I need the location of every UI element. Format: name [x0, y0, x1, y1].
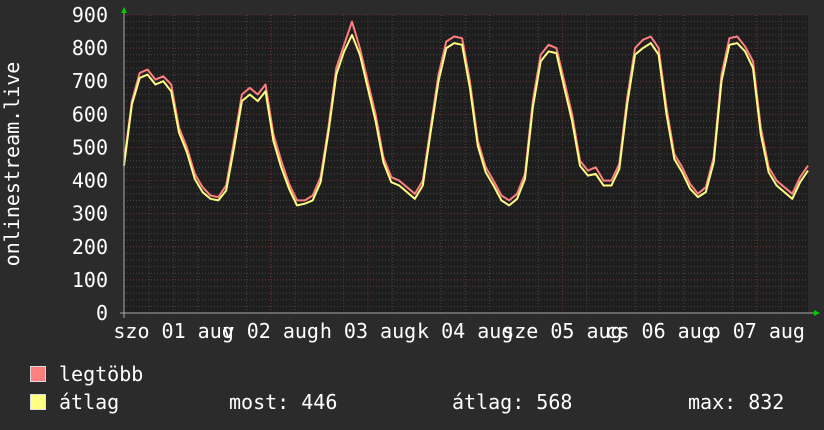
y-tick-label: 800: [72, 36, 108, 60]
y-tick-label: 900: [72, 3, 108, 27]
stat-atlag: átlag: 568: [452, 390, 573, 414]
stat-most: most: 446: [229, 390, 338, 414]
legend-label-legtobb: legtöbb: [59, 362, 144, 386]
y-tick-label: 400: [72, 169, 108, 193]
legend-item-atlag: átlag: [30, 391, 119, 413]
y-tick-label: 300: [72, 202, 108, 226]
x-tick-label: k 04 aug: [417, 319, 513, 343]
y-tick-label: 500: [72, 135, 108, 159]
x-tick-label: h 03 aug: [320, 319, 416, 343]
x-axis-arrow: [814, 310, 820, 316]
legend-label-atlag: átlag: [59, 390, 120, 414]
x-tick-label: cs 06 aug: [605, 319, 713, 343]
x-tick-labels: szo 01 augv 02 aug h 03 aug k 04 augsze 05…: [113, 319, 805, 343]
y-tick-label: 0: [96, 301, 108, 325]
y-tick-label: 700: [72, 69, 108, 93]
y-tick-labels: 0 100 200 300 400 500 600 700 800 900: [72, 3, 108, 325]
y-axis-arrow: [121, 7, 127, 13]
legend-item-legtobb: legtöbb: [30, 363, 143, 385]
y-tick-label: 100: [72, 268, 108, 292]
x-tick-label: szo 01 aug: [113, 319, 233, 343]
y-tick-label: 200: [72, 235, 108, 259]
x-tick-label: v 02 aug: [223, 319, 319, 343]
y-tick-label: 600: [72, 102, 108, 126]
legtobb-swatch: [30, 366, 46, 382]
stat-max: max: 832: [688, 390, 785, 414]
y-axis-label: onlinestream.live: [0, 62, 24, 267]
atlag-swatch: [30, 394, 46, 410]
x-tick-label: p 07 aug: [709, 319, 805, 343]
